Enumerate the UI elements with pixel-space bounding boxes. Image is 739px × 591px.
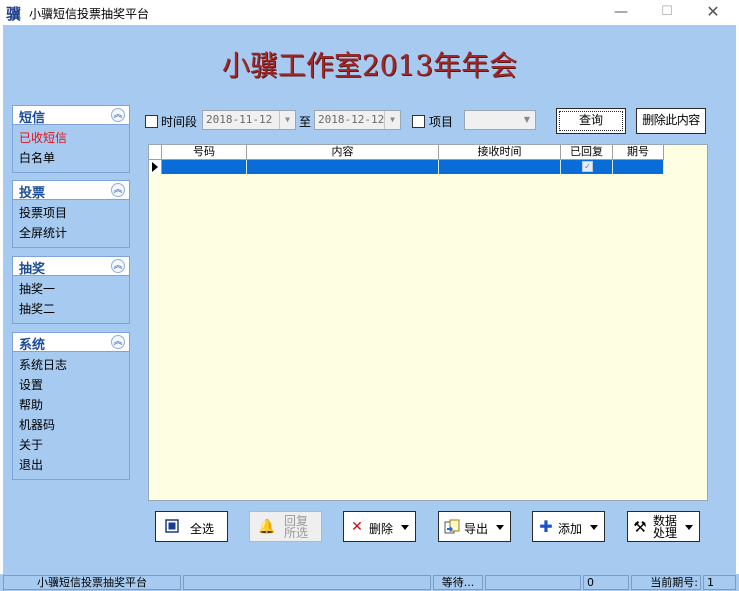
sidebar-item-received-sms[interactable]: 已收短信 (19, 128, 129, 148)
data-process-label: 数据 处理 (653, 514, 678, 540)
column-header-period[interactable]: 期号 (613, 145, 664, 160)
table-row[interactable]: ✓ (149, 160, 664, 174)
row-indicator-header (149, 145, 162, 160)
window-title: 小骥短信投票抽奖平台 (29, 7, 150, 21)
title-bar: 骥 小骥短信投票抽奖平台 — ☐ ✕ (0, 0, 739, 25)
reply-selected-button[interactable]: 🔔 回复 所选 (249, 511, 322, 542)
data-process-button[interactable]: ⚒ 数据 处理 (627, 511, 700, 542)
sidebar-group-header[interactable]: 短信 ︽ (13, 106, 129, 126)
minimize-button[interactable]: — (598, 0, 644, 25)
project-select[interactable]: ▼ (464, 110, 536, 130)
delete-label: 删除 (369, 522, 394, 536)
to-label: 至 (299, 115, 312, 129)
sidebar-item-help[interactable]: 帮助 (19, 395, 129, 415)
project-checkbox[interactable] (412, 115, 425, 128)
sidebar-item-settings[interactable]: 设置 (19, 375, 129, 395)
table-header: 号码 内容 接收时间 已回复 期号 (149, 145, 664, 160)
sidebar-group-lottery: 抽奖 ︽ 抽奖一 抽奖二 (12, 256, 130, 324)
sms-table[interactable]: 号码 内容 接收时间 已回复 期号 ✓ (148, 144, 708, 501)
export-icon (444, 519, 460, 535)
dropdown-arrow-icon[interactable]: ▼ (384, 111, 400, 129)
select-all-button[interactable]: 全选 (155, 511, 228, 542)
add-button[interactable]: ✚ 添加 (532, 511, 605, 542)
column-header-number[interactable]: 号码 (162, 145, 247, 160)
sidebar-item-exit[interactable]: 退出 (19, 455, 129, 475)
column-header-replied[interactable]: 已回复 (561, 145, 613, 160)
delete-content-button[interactable]: 删除此内容 (636, 108, 706, 134)
chevron-down-icon[interactable] (401, 525, 409, 530)
status-message (183, 575, 431, 590)
maximize-button[interactable]: ☐ (644, 0, 690, 25)
dropdown-arrow-icon[interactable]: ▼ (279, 111, 295, 129)
sidebar-group-title: 系统 (19, 338, 46, 353)
sidebar-item-lottery-two[interactable]: 抽奖二 (19, 299, 129, 319)
status-bar: 小骥短信投票抽奖平台 等待... 0 当前期号: 1 (0, 574, 739, 591)
chevron-down-icon[interactable] (496, 525, 504, 530)
collapse-icon[interactable]: ︽ (111, 183, 125, 197)
collapse-icon[interactable]: ︽ (111, 335, 125, 349)
delete-icon: ✕ (351, 519, 363, 535)
collapse-icon[interactable]: ︽ (111, 259, 125, 273)
sidebar-item-about[interactable]: 关于 (19, 435, 129, 455)
main-window: 小骥工作室2013年年会 短信 ︽ 已收短信 白名单 投票 ︽ 投票项目 全屏统… (3, 25, 736, 574)
sidebar-group-title: 投票 (19, 186, 46, 201)
select-all-label: 全选 (190, 522, 215, 536)
reply-selected-label: 回复 所选 (284, 514, 309, 540)
column-header-content[interactable]: 内容 (247, 145, 439, 160)
sidebar-item-fullscreen-stats[interactable]: 全屏统计 (19, 223, 129, 243)
status-period-label: 当前期号: (631, 575, 701, 590)
sidebar-group-header[interactable]: 投票 ︽ (13, 181, 129, 201)
date-to-picker[interactable]: 2018-12-12 ▼ (314, 110, 401, 130)
project-label: 项目 (429, 115, 454, 129)
close-button[interactable]: ✕ (690, 0, 736, 25)
column-header-received-time[interactable]: 接收时间 (439, 145, 561, 160)
sidebar-group-title: 短信 (19, 111, 46, 126)
bell-icon: 🔔 (258, 519, 276, 535)
event-banner: 小骥工作室2013年年会 (221, 49, 518, 82)
select-all-icon (164, 519, 180, 535)
cell-received-time[interactable] (439, 160, 561, 174)
sidebar-group-header[interactable]: 系统 ︽ (13, 333, 129, 353)
sidebar-item-vote-projects[interactable]: 投票项目 (19, 203, 129, 223)
status-period-value: 1 (703, 575, 736, 590)
sidebar-item-whitelist[interactable]: 白名单 (19, 148, 129, 168)
delete-button[interactable]: ✕ 删除 (343, 511, 416, 542)
replied-checkbox[interactable]: ✓ (582, 161, 593, 172)
sidebar-item-lottery-one[interactable]: 抽奖一 (19, 279, 129, 299)
export-button[interactable]: 导出 (438, 511, 511, 542)
sidebar-group-vote: 投票 ︽ 投票项目 全屏统计 (12, 180, 130, 248)
dropdown-arrow-icon[interactable]: ▼ (519, 111, 535, 129)
status-state: 等待... (433, 575, 483, 590)
status-app-name: 小骥短信投票抽奖平台 (3, 575, 181, 590)
timerange-label: 时间段 (161, 115, 198, 129)
timerange-checkbox[interactable] (145, 115, 158, 128)
date-from-value: 2018-11-12 (206, 113, 273, 126)
cell-number[interactable] (162, 160, 247, 174)
row-selector-icon[interactable] (149, 160, 162, 174)
sidebar-group-title: 抽奖 (19, 262, 46, 277)
app-icon: 骥 (6, 5, 22, 23)
sidebar-item-system-log[interactable]: 系统日志 (19, 355, 129, 375)
status-count: 0 (583, 575, 629, 590)
cell-content[interactable] (247, 160, 439, 174)
date-from-picker[interactable]: 2018-11-12 ▼ (202, 110, 296, 130)
sidebar-group-system: 系统 ︽ 系统日志 设置 帮助 机器码 关于 退出 (12, 332, 130, 480)
sidebar-group-header[interactable]: 抽奖 ︽ (13, 257, 129, 277)
query-button[interactable]: 查询 (556, 108, 626, 134)
collapse-icon[interactable]: ︽ (111, 108, 125, 122)
date-to-value: 2018-12-12 (318, 113, 385, 126)
chevron-down-icon[interactable] (590, 525, 598, 530)
cell-period[interactable] (613, 160, 664, 174)
chevron-down-icon[interactable] (685, 525, 693, 530)
sidebar-group-sms: 短信 ︽ 已收短信 白名单 (12, 105, 130, 173)
add-label: 添加 (558, 522, 583, 536)
sidebar-item-machine-code[interactable]: 机器码 (19, 415, 129, 435)
add-icon: ✚ (539, 517, 553, 536)
tools-icon: ⚒ (633, 518, 647, 536)
status-empty (485, 575, 581, 590)
export-label: 导出 (464, 522, 489, 536)
cell-replied[interactable]: ✓ (561, 160, 613, 174)
